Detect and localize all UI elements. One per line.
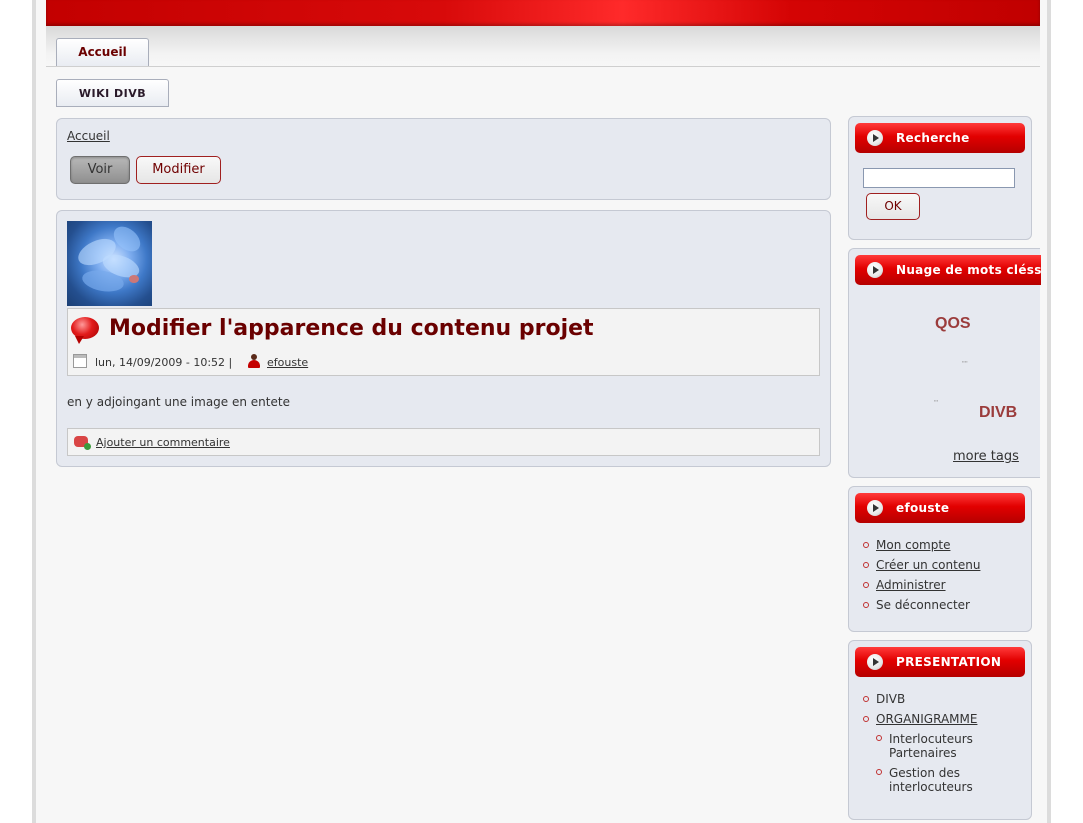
node-links: Ajouter un commentaire (67, 428, 820, 456)
menu-item-organigramme[interactable]: ORGANIGRAMME (863, 709, 989, 729)
presentation-list: DIVB ORGANIGRAMME Interlocuteurs Partena… (863, 689, 989, 797)
menu-item-label[interactable]: Créer un contenu (876, 558, 980, 572)
menu-item-label[interactable]: Mon compte (876, 538, 950, 552)
view-button[interactable]: Voir (70, 156, 130, 184)
presentation-header: PRESENTATION (855, 647, 1025, 677)
menu-item-deconnecter[interactable]: Se déconnecter (863, 595, 980, 615)
menu-item-administrer[interactable]: Administrer (863, 575, 980, 595)
search-input[interactable] (863, 168, 1015, 188)
search-block-header: Recherche (855, 123, 1025, 153)
menu-subitem-interlocuteurs[interactable]: Interlocuteurs Partenaires (876, 729, 989, 763)
node-header-image (67, 221, 152, 306)
speech-bubble-icon (71, 317, 99, 344)
node-tabs-panel: Accueil Voir Modifier (56, 118, 831, 200)
tag-divb[interactable]: DIVB (979, 404, 1017, 422)
user-menu-block: efouste Mon compte Créer un contenu Admi… (848, 486, 1032, 632)
menu-item-label[interactable]: Se déconnecter (876, 598, 970, 612)
tag-qos[interactable]: QOS (935, 315, 971, 333)
page-shadow-right (1047, 0, 1051, 823)
menu-subitem-gestion[interactable]: Gestion des interlocuteurs (876, 763, 989, 797)
node-title-box: Modifier l'apparence du contenu projet l… (67, 308, 820, 376)
menu-item-mon-compte[interactable]: Mon compte (863, 535, 980, 555)
tag-cloud-header: Nuage de mots cléss (855, 255, 1041, 285)
search-block-title: Recherche (896, 131, 970, 145)
node-content-panel: Modifier l'apparence du contenu projet l… (56, 210, 831, 467)
breadcrumb-home-link[interactable]: Accueil (67, 129, 110, 143)
node-title: Modifier l'apparence du contenu projet (109, 316, 594, 341)
presentation-title: PRESENTATION (896, 655, 1002, 669)
play-icon (867, 262, 883, 278)
tag-cloud-block: Nuage de mots cléss QOS ▪▪▪▪ ▪▪▪ DIVB mo… (848, 248, 1041, 478)
tab-wiki-divb[interactable]: WIKI DIVB (56, 79, 169, 107)
menu-item-label[interactable]: ORGANIGRAMME (876, 712, 977, 726)
node-body: en y adjoingant une image en entete (67, 395, 290, 409)
menu-item-divb[interactable]: DIVB (863, 689, 989, 709)
node-date: lun, 14/09/2009 - 10:52 | (95, 356, 233, 369)
comment-add-icon (74, 436, 91, 450)
search-block: Recherche OK (848, 116, 1032, 240)
menu-item-label[interactable]: Gestion des interlocuteurs (889, 766, 973, 794)
play-icon (867, 500, 883, 516)
menu-item-label[interactable]: Administrer (876, 578, 946, 592)
primary-nav-bar (46, 26, 1040, 67)
menu-item-label[interactable]: DIVB (876, 692, 905, 706)
user-menu-header: efouste (855, 493, 1025, 523)
node-author-link[interactable]: efouste (267, 356, 308, 369)
user-menu-list: Mon compte Créer un contenu Administrer … (863, 535, 980, 615)
calendar-icon (73, 354, 87, 368)
presentation-block: PRESENTATION DIVB ORGANIGRAMME Interlocu… (848, 640, 1032, 820)
user-icon (247, 354, 261, 368)
site-header-bar (46, 0, 1040, 26)
menu-item-creer-contenu[interactable]: Créer un contenu (863, 555, 980, 575)
tag-tiny[interactable]: ▪▪▪ (934, 398, 938, 403)
play-icon (867, 130, 883, 146)
edit-button[interactable]: Modifier (136, 156, 221, 184)
more-tags-link[interactable]: more tags (953, 449, 1019, 464)
tab-accueil[interactable]: Accueil (56, 38, 149, 66)
add-comment-link[interactable]: Ajouter un commentaire (96, 436, 230, 449)
user-menu-title: efouste (896, 501, 950, 515)
menu-item-label[interactable]: Interlocuteurs Partenaires (889, 732, 973, 760)
search-ok-button[interactable]: OK (866, 193, 920, 220)
page: Accueil WIKI DIVB Accueil Voir Modifier … (36, 0, 1047, 823)
play-icon (867, 654, 883, 670)
tag-tiny[interactable]: ▪▪▪▪ (962, 359, 968, 364)
tag-cloud-title: Nuage de mots cléss (896, 263, 1041, 277)
